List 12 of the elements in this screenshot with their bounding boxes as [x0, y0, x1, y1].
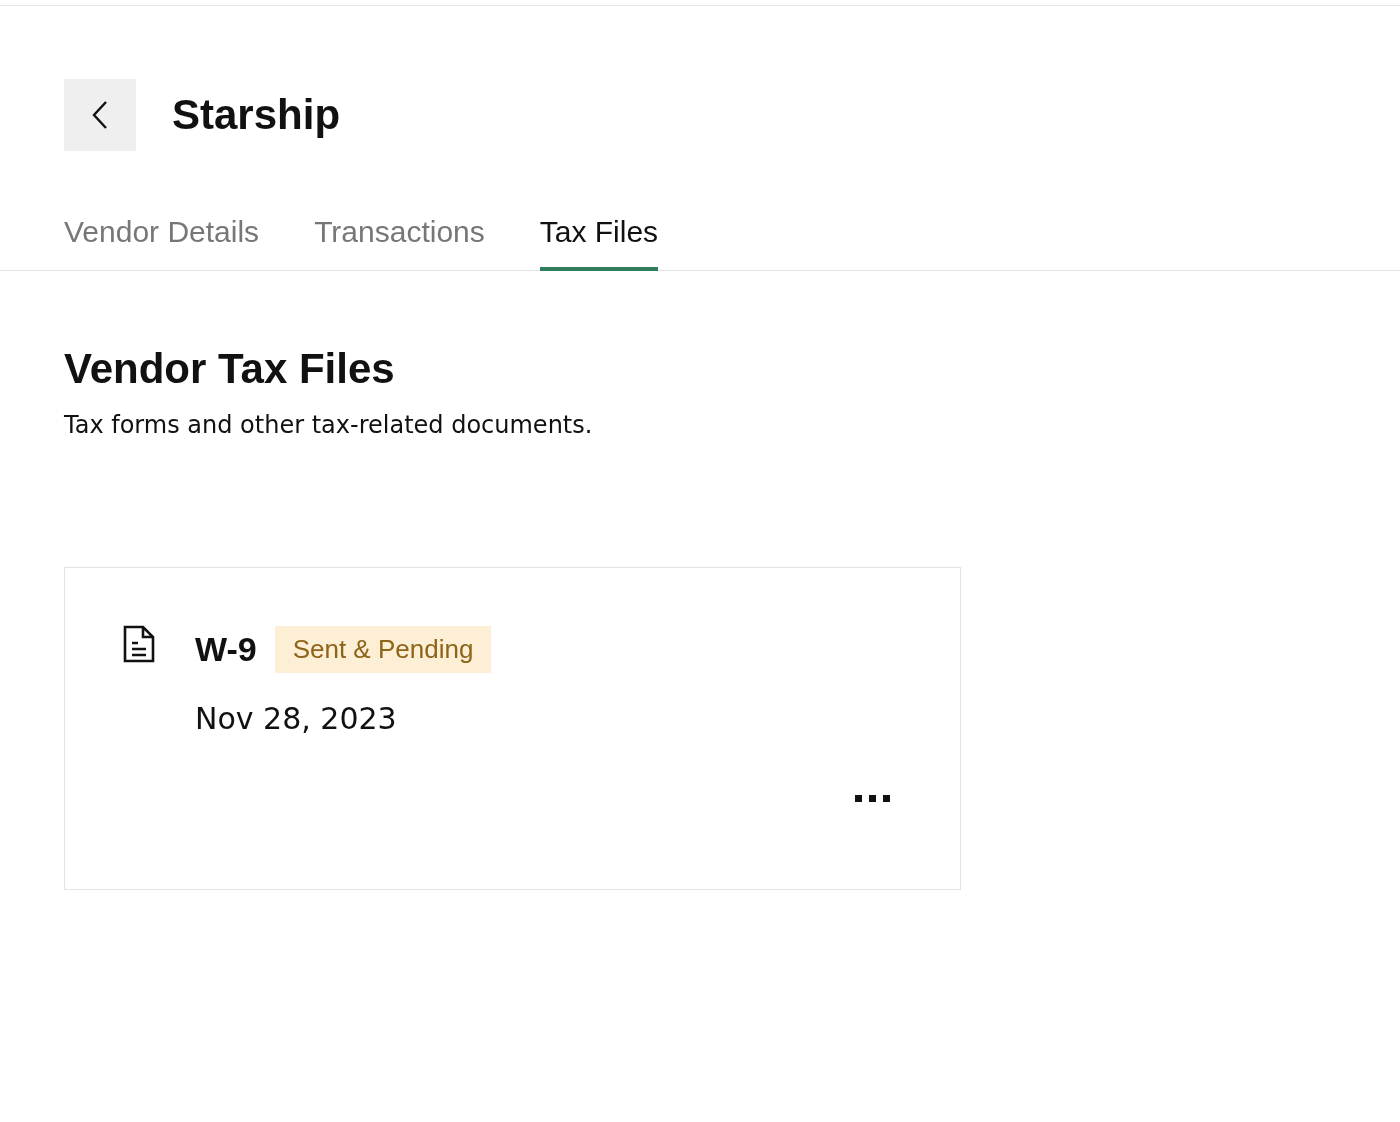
tab[interactable]: Transactions [314, 201, 485, 271]
tab[interactable]: Tax Files [539, 201, 659, 271]
tab[interactable]: Vendor Details [64, 201, 260, 271]
section-description: Tax forms and other tax-related documents. [64, 411, 594, 439]
document-icon [123, 625, 155, 663]
more-icon [855, 795, 891, 803]
file-date: Nov 28, 2023 [195, 701, 398, 736]
status-badge: Sent & Pending [274, 626, 492, 673]
section-title: Vendor Tax Files [64, 345, 396, 393]
chevron-left-icon [91, 100, 109, 130]
page-title: Starship [172, 91, 341, 139]
file-name: W-9 [195, 630, 257, 669]
